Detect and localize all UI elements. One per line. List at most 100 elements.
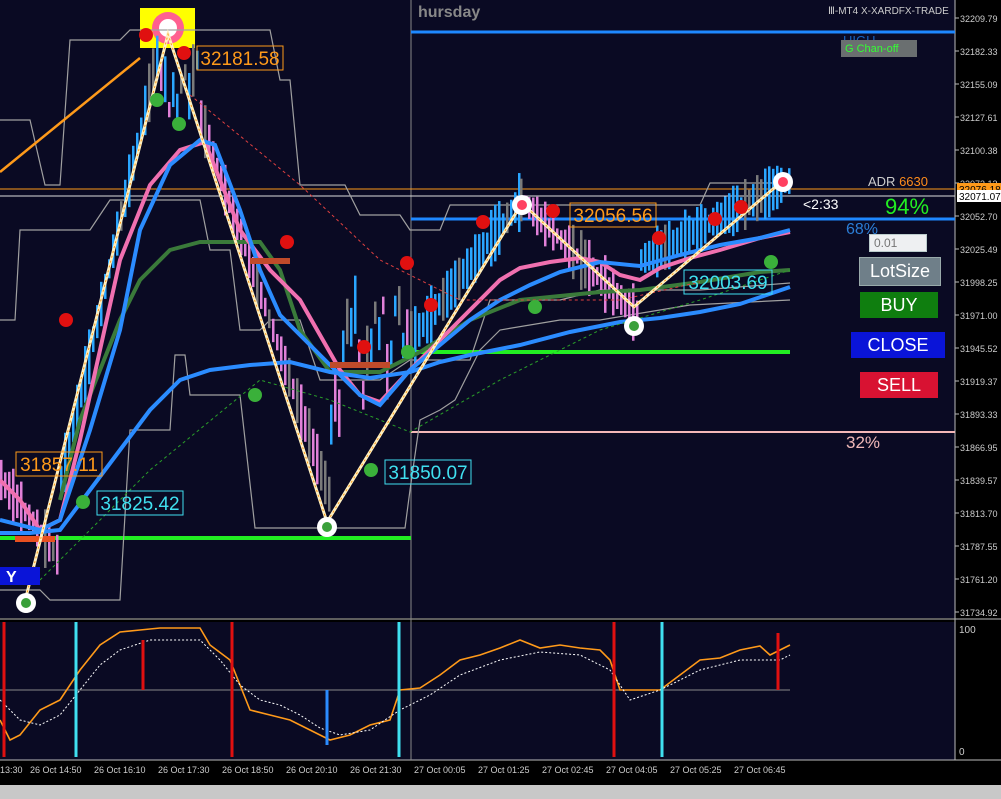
price-bar (616, 282, 619, 310)
close-button[interactable]: CLOSE (851, 332, 945, 358)
price-tick-label: 31787.55 (960, 542, 998, 552)
price-bar (704, 208, 707, 244)
time-tick-label: 26 Oct 18:50 (222, 765, 274, 775)
price-bar (168, 101, 171, 118)
lot-size-input[interactable] (869, 234, 927, 252)
price-label-high-1: 32181.58 (200, 49, 279, 70)
price-tick-label: 32052.70 (960, 212, 998, 222)
price-label-low-2: 31850.07 (388, 463, 467, 484)
fractal-up-dot (59, 313, 73, 327)
price-bar (304, 406, 307, 442)
price-bar (260, 281, 263, 309)
price-label-high-2: 32056.56 (573, 206, 652, 227)
price-tick-label: 31866.95 (960, 443, 998, 453)
fractal-up-dot (708, 212, 722, 226)
price-bar (276, 333, 279, 351)
buy-button[interactable]: BUY (860, 292, 938, 318)
sell-button[interactable]: SELL (860, 372, 938, 398)
price-bar (280, 336, 283, 372)
price-bar (760, 179, 763, 213)
price-tick-label: 32025.49 (960, 245, 998, 255)
price-bar (688, 215, 691, 254)
price-bar (462, 258, 465, 289)
pivot-high-dot (517, 200, 527, 210)
left-signal-tag-text: Y (6, 569, 17, 586)
fractal-down-dot (248, 388, 262, 402)
price-bar (672, 229, 675, 257)
fractal-down-dot (528, 300, 542, 314)
price-bar (446, 270, 449, 318)
fractal-down-dot (76, 495, 90, 509)
time-tick-label: 26 Oct 16:10 (94, 765, 146, 775)
price-bar (342, 330, 345, 367)
fractal-up-dot (652, 231, 666, 245)
price-bar (184, 64, 187, 81)
fractal-up-dot (280, 235, 294, 249)
price-bar (240, 218, 243, 256)
price-bar (390, 340, 393, 366)
price-tick-label: 31998.25 (960, 278, 998, 288)
scrollbar[interactable] (0, 785, 1001, 799)
price-tick-label: 32100.38 (960, 146, 998, 156)
brand-label: Ⅲ-MT4 X-XARDFX-TRADE (828, 6, 949, 17)
time-tick-label: 26 Oct 21:30 (350, 765, 402, 775)
orange-block-3 (15, 536, 55, 542)
price-bar (732, 185, 735, 237)
price-bar (192, 44, 195, 97)
price-bar (624, 290, 627, 318)
price-bar (756, 175, 759, 222)
price-bar (268, 309, 271, 329)
adr-label: ADR 6630 (868, 174, 928, 189)
price-bar (334, 371, 337, 422)
price-bar (486, 232, 489, 254)
main-plot-area (0, 0, 955, 618)
fractal-up-dot (476, 215, 490, 229)
time-tick-label: 27 Oct 01:25 (478, 765, 530, 775)
price-bar (374, 301, 377, 324)
time-tick-label: 26 Oct 17:30 (158, 765, 210, 775)
lotsize-button[interactable]: LotSize (859, 257, 941, 286)
bar-timer: <2:33 (803, 196, 839, 212)
price-bar (494, 204, 497, 262)
pivot-low-dot (21, 598, 31, 608)
price-bar (442, 277, 445, 321)
pivot-low-dot (322, 522, 332, 532)
price-bar (466, 248, 469, 289)
price-bar (164, 56, 167, 103)
price-bar (430, 285, 433, 344)
price-bar (596, 267, 599, 285)
price-label-low-left: 31857.11 (20, 455, 98, 476)
price-bar (410, 311, 413, 369)
price-bar (438, 293, 441, 316)
price-chart[interactable]: 32181.58 32056.56 31857.11 31825.42 3185… (0, 0, 1001, 799)
price-current-label: 32071.07 (959, 192, 1001, 203)
price-bar (324, 460, 327, 505)
fractal-up-dot (734, 200, 748, 214)
day-label: hursday (418, 4, 481, 21)
price-bar (272, 318, 275, 343)
price-label-low-1: 31825.42 (100, 494, 179, 515)
time-tick-label: 27 Oct 00:05 (414, 765, 466, 775)
price-bar (418, 313, 421, 347)
price-bar (330, 404, 333, 445)
fractal-up-dot (400, 256, 414, 270)
price-bar (454, 260, 457, 308)
price-bar (668, 220, 671, 270)
channel-status-badge[interactable]: G Chan-off (841, 40, 917, 57)
fractal-up-dot (424, 298, 438, 312)
price-tick-label: 32127.61 (960, 113, 998, 123)
price-bar (422, 312, 425, 337)
indicator-bottom-label: 0 (959, 747, 965, 758)
price-bar (378, 317, 381, 351)
price-bar (664, 224, 667, 270)
fractal-up-dot (546, 204, 560, 218)
indicator-top-label: 100 (959, 625, 976, 636)
price-bar (338, 389, 341, 437)
price-bar (308, 408, 311, 464)
price-bar (458, 257, 461, 301)
percent-top: 94% (885, 194, 930, 219)
time-tick-label: 27 Oct 02:45 (542, 765, 594, 775)
price-tick-label: 32155.09 (960, 80, 998, 90)
price-tick-label: 31734.92 (960, 608, 998, 618)
price-tick-label: 31839.57 (960, 476, 998, 486)
